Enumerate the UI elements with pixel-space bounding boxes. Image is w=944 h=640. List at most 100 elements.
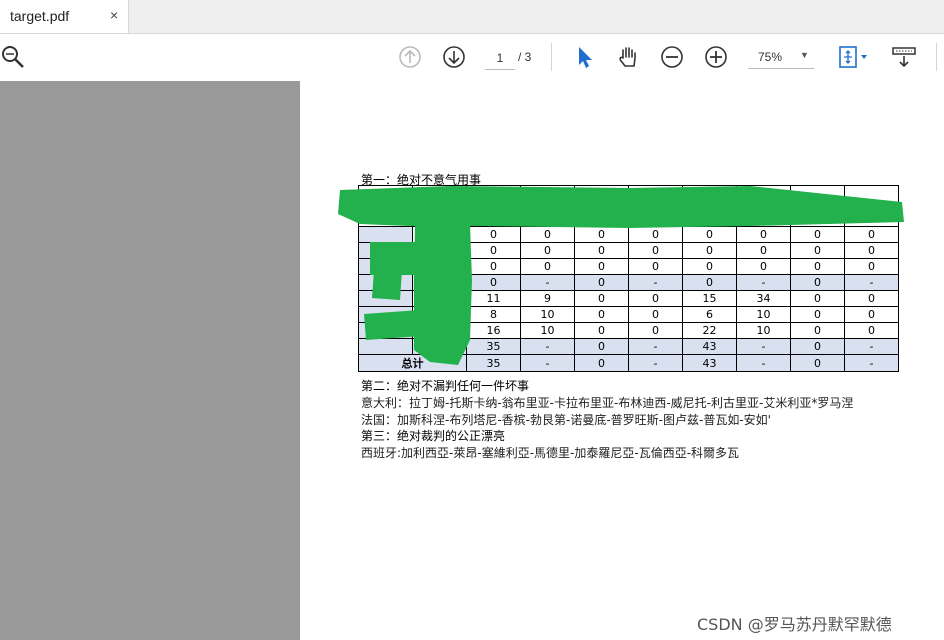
table-cell: 0 <box>790 242 845 259</box>
row-sublabel-cell <box>412 322 467 339</box>
table-row: 00000000 <box>358 258 899 275</box>
table-cell: - <box>520 354 575 372</box>
table-cell: 22 <box>682 322 737 339</box>
table-cell: 0 <box>682 258 737 275</box>
toolbar-divider <box>936 43 937 71</box>
table-row: 16 10 0 0 22 10 0 0 <box>358 322 899 339</box>
table-cell: 0 <box>574 242 629 259</box>
table-cell: - <box>844 338 899 355</box>
row-label-cell <box>358 226 413 243</box>
row-label-cell <box>358 242 413 259</box>
tab-title: target.pdf <box>10 8 70 24</box>
row-sublabel-cell <box>412 306 467 323</box>
table-cell: 0 <box>790 354 845 372</box>
table-cell: - <box>736 354 791 372</box>
zoom-out-icon[interactable] <box>659 44 685 70</box>
next-page-icon[interactable] <box>441 44 467 70</box>
table-cell: 16 <box>466 322 521 339</box>
close-icon[interactable]: × <box>110 7 118 23</box>
table-cell: 35 <box>466 338 521 355</box>
table-cell: 0 <box>844 242 899 259</box>
table-cell: 0 <box>628 226 683 243</box>
table-cell: 0 <box>790 226 845 243</box>
navigation-pane <box>0 81 300 640</box>
table-cell: - <box>628 274 683 291</box>
table-cell: 0 <box>682 242 737 259</box>
table-cell: 35 <box>466 354 521 372</box>
table-cell: 0 <box>790 258 845 275</box>
france-line: 法国：加斯科涅-布列塔尼-香槟-勃艮第-诺曼底-普罗旺斯-图卢兹-普瓦如-安如' <box>361 413 771 427</box>
table-row: 0-0-0-0- <box>358 274 899 291</box>
table-cell: 0 <box>628 322 683 339</box>
table-cell: 10 <box>736 322 791 339</box>
table-cell: 0 <box>574 226 629 243</box>
table-cell: - <box>844 354 899 372</box>
row-label-cell <box>358 322 413 339</box>
table-cell: - <box>520 274 575 291</box>
table-cell: 0 <box>574 338 629 355</box>
table-cell: 0 <box>736 226 791 243</box>
table-cell: 0 <box>844 226 899 243</box>
table-cell: - <box>520 338 575 355</box>
tab-target-pdf[interactable]: target.pdf × <box>0 0 129 33</box>
data-table: 0 0 0 0 0 0 0 0 0 0 0 0 0 0 0 0 0 0 0 0 0 0 0 0 0-0-0-0-11 9 0 0 15 3… <box>358 185 899 372</box>
table-header-cell <box>628 185 683 227</box>
table-cell: 0 <box>736 258 791 275</box>
select-cursor-icon[interactable] <box>572 44 598 70</box>
table-header-row <box>358 185 899 227</box>
fit-page-icon[interactable] <box>836 44 872 70</box>
table-cell: 0 <box>574 354 629 372</box>
chevron-down-icon: ▼ <box>800 50 809 60</box>
table-cell: 0 <box>574 290 629 307</box>
table-cell: 0 <box>682 274 737 291</box>
table-cell: - <box>736 274 791 291</box>
table-row: 00000000 <box>358 242 899 259</box>
zoom-select[interactable]: 75% ▼ <box>748 46 814 69</box>
table-cell: 0 <box>520 242 575 259</box>
table-cell: 34 <box>736 290 791 307</box>
table-header-cell <box>466 185 521 227</box>
previous-page-icon[interactable] <box>397 44 423 70</box>
table-cell: 0 <box>574 306 629 323</box>
table-header-cell <box>520 185 575 227</box>
tab-bar: target.pdf × <box>0 0 944 34</box>
table-cell: 0 <box>790 290 845 307</box>
toolbar: / 3 75% ▼ <box>0 34 944 82</box>
table-cell: 0 <box>466 258 521 275</box>
table-cell: 8 <box>466 306 521 323</box>
table-cell: 10 <box>520 306 575 323</box>
table-cell: - <box>736 338 791 355</box>
table-cell: - <box>844 274 899 291</box>
table-cell: 9 <box>520 290 575 307</box>
table-cell: 0 <box>628 306 683 323</box>
page-number-input[interactable] <box>485 47 515 70</box>
table-header-cell <box>574 185 629 227</box>
row-label-cell <box>358 258 413 275</box>
table-cell: 0 <box>790 322 845 339</box>
search-icon[interactable] <box>0 44 26 70</box>
read-mode-icon[interactable] <box>891 44 917 70</box>
table-header-cell <box>682 185 737 227</box>
zoom-in-icon[interactable] <box>703 44 729 70</box>
table-cell: 6 <box>682 306 737 323</box>
page-total: / 3 <box>518 50 532 64</box>
row-label-cell <box>358 306 413 323</box>
table-cell: 0 <box>844 290 899 307</box>
heading-third: 第三：绝对裁判的公正漂亮 <box>361 429 506 443</box>
table-cell: 10 <box>520 322 575 339</box>
table-row: 总计 35-0-43-0- <box>358 354 899 372</box>
table-cell: - <box>628 354 683 372</box>
zoom-value: 75% <box>758 50 783 64</box>
table-cell: 10 <box>736 306 791 323</box>
table-cell: 0 <box>628 258 683 275</box>
hand-tool-icon[interactable] <box>615 44 641 70</box>
row-label-cell <box>358 338 413 355</box>
table-header-cell <box>412 185 467 227</box>
spain-line: 西班牙:加利西亞-萊昂-塞維利亞-馬德里-加泰羅尼亞-瓦倫西亞-科爾多瓦 <box>361 446 740 460</box>
table-cell: 0 <box>682 226 737 243</box>
row-sublabel-cell <box>412 274 467 291</box>
toolbar-divider <box>551 43 552 71</box>
table-row: 11 9 0 0 15 34 0 0 <box>358 290 899 307</box>
table-cell: 0 <box>574 274 629 291</box>
table-cell: 15 <box>682 290 737 307</box>
